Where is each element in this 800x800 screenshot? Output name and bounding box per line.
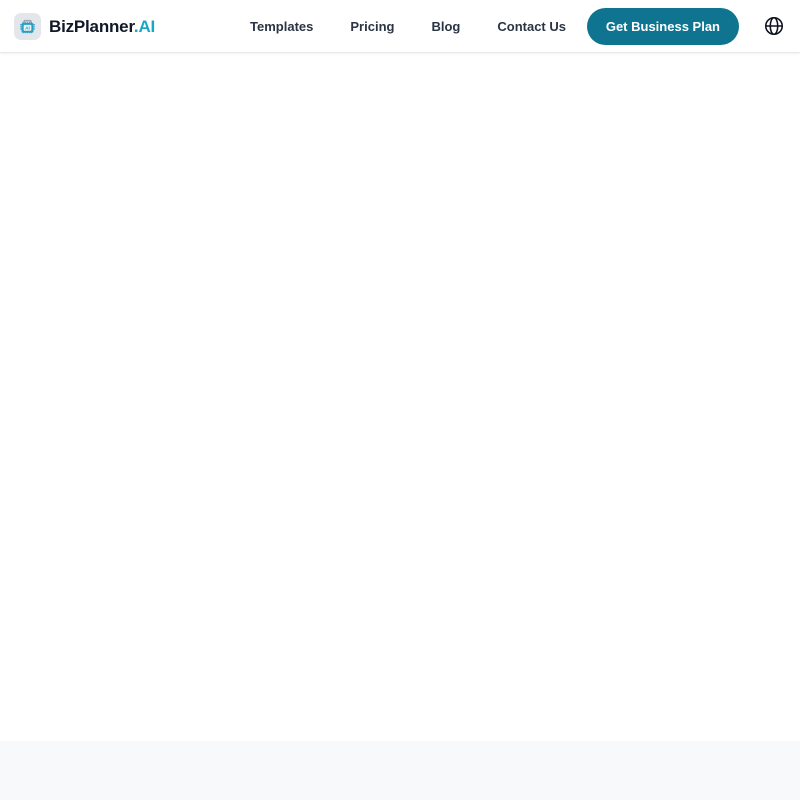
brand-name-primary: BizPlanner	[49, 16, 134, 36]
get-business-plan-button[interactable]: Get Business Plan	[586, 7, 739, 45]
brand-logo-link[interactable]: AI BizPlanner.AI	[14, 12, 155, 40]
nav-link-pricing[interactable]: Pricing	[350, 14, 394, 39]
page-root: AI BizPlanner.AI Templates Pricing Blog …	[0, 0, 800, 800]
footer-band	[0, 741, 800, 800]
nav-link-blog[interactable]: Blog	[431, 14, 460, 39]
nav-link-contact-us[interactable]: Contact Us	[497, 14, 566, 39]
site-header: AI BizPlanner.AI Templates Pricing Blog …	[0, 0, 800, 52]
svg-text:AI: AI	[25, 25, 30, 31]
language-selector-button[interactable]	[761, 13, 787, 39]
nav-link-templates[interactable]: Templates	[250, 14, 313, 39]
main-content-area	[0, 52, 800, 741]
brand-name-accent: .AI	[133, 16, 156, 36]
ai-briefcase-chip-icon: AI	[14, 12, 41, 40]
header-actions: Get Business Plan	[586, 7, 787, 45]
primary-nav: Templates Pricing Blog Contact Us	[250, 14, 566, 39]
brand-name: BizPlanner.AI	[49, 18, 155, 35]
globe-icon	[763, 15, 785, 37]
